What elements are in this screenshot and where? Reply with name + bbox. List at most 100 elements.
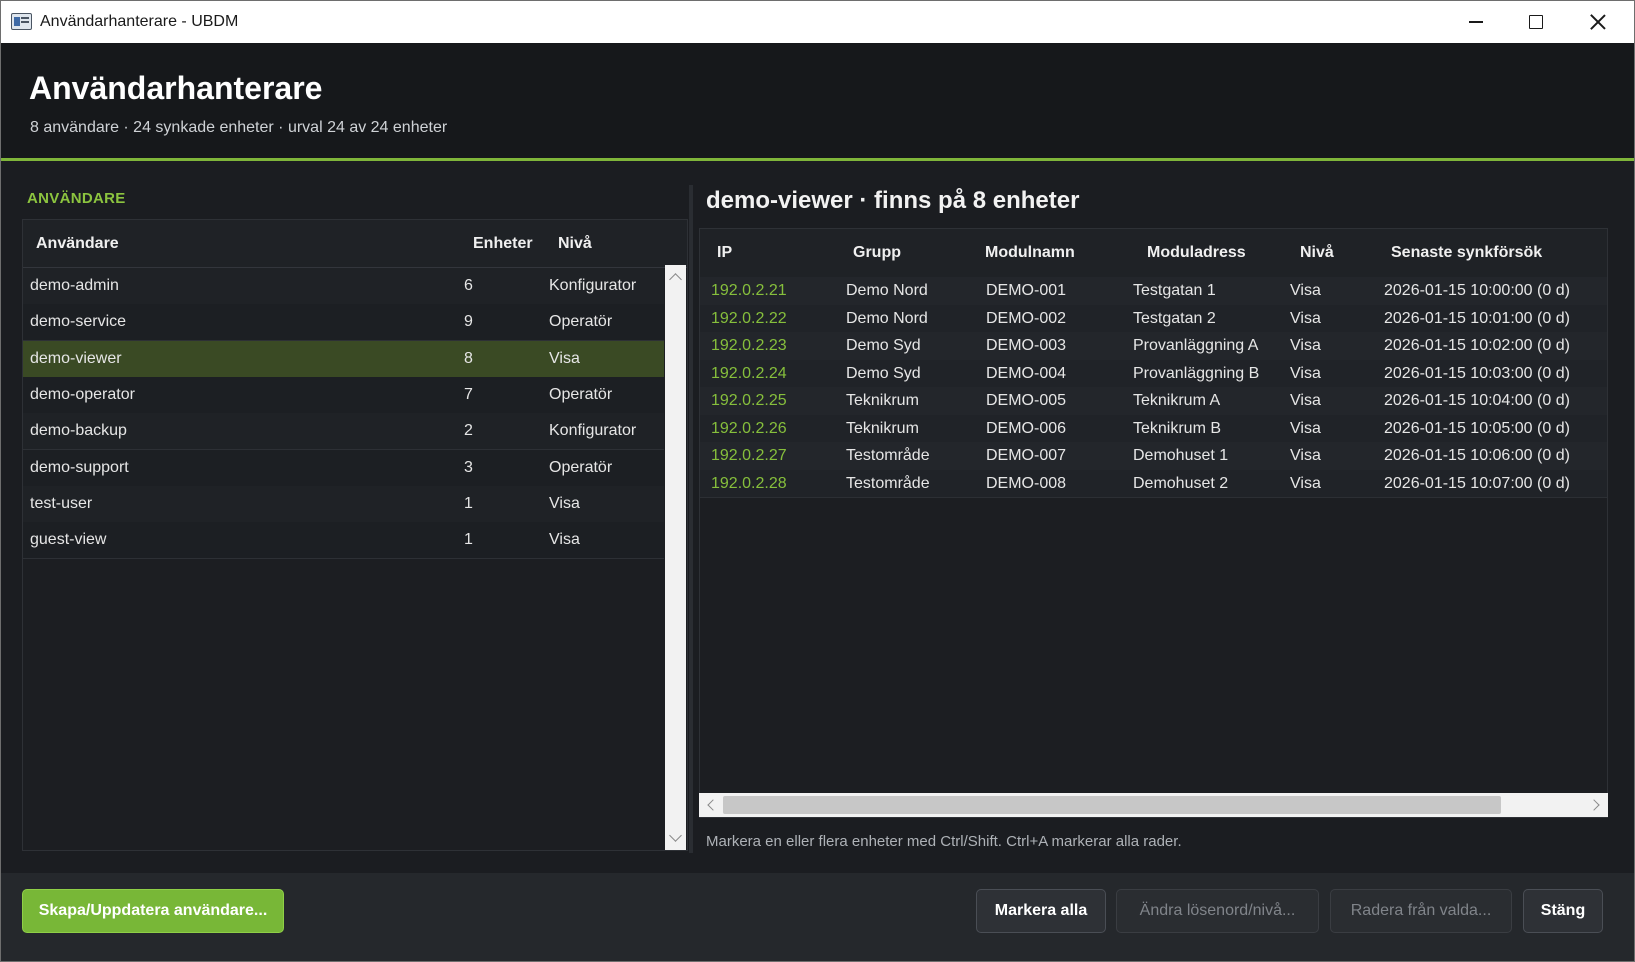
device-module-name-cell: DEMO-004 (986, 364, 1067, 382)
device-module-name-cell: DEMO-007 (986, 447, 1067, 464)
user-row[interactable]: demo-operator 7 Operatör (23, 376, 664, 414)
user-level-cell: Konfigurator (549, 422, 637, 440)
device-group-cell: Testområde (846, 447, 930, 464)
device-group-cell: Teknikrum (846, 419, 919, 437)
device-row[interactable]: 192.0.2.25 Teknikrum DEMO-005 Teknikrum A Vi… (700, 387, 1607, 416)
device-module-address-cell: Testgatan 2 (1133, 309, 1216, 327)
user-devices-cell: 8 (464, 349, 473, 367)
app-icon (11, 13, 32, 30)
users-table: Användare Enheter Nivå demo-admin 6 Konfig… (22, 219, 688, 851)
device-last-sync-cell: 2026-01-15 10:00:00 (0 d) (1384, 282, 1570, 299)
device-last-sync-cell: 2026-01-15 10:07:00 (0 d) (1384, 474, 1570, 492)
user-row[interactable]: guest-view 1 Visa (23, 522, 664, 560)
user-row[interactable]: demo-viewer 8 Visa (23, 340, 664, 378)
user-devices-cell: 1 (464, 494, 473, 512)
device-ip-cell: 192.0.2.23 (711, 337, 787, 354)
device-row[interactable]: 192.0.2.23 Demo Syd DEMO-003 Provanläggning… (700, 332, 1607, 361)
device-last-sync-cell: 2026-01-15 10:01:00 (0 d) (1384, 309, 1570, 327)
column-header-devices[interactable]: Enheter (473, 235, 533, 253)
user-level-cell: Operatör (549, 385, 613, 403)
maximize-button[interactable] (1506, 1, 1566, 43)
user-row[interactable]: demo-admin 6 Konfigurator (23, 268, 664, 305)
footer-bar: Skapa/Uppdatera användare... Markera all… (1, 873, 1634, 961)
scroll-down-icon[interactable] (669, 829, 682, 842)
device-group-cell: Demo Nord (846, 282, 928, 299)
user-name-cell: demo-operator (30, 385, 135, 403)
users-vertical-scrollbar[interactable] (665, 265, 686, 850)
column-header-group[interactable]: Grupp (853, 244, 901, 262)
page-subtitle: 8 användare · 24 synkade enheter · urval… (30, 119, 448, 136)
device-module-name-cell: DEMO-005 (986, 392, 1067, 409)
scroll-left-icon[interactable] (707, 799, 719, 811)
device-row[interactable]: 192.0.2.28 Testområde DEMO-008 Demohuset 2 V… (700, 469, 1607, 499)
user-name-cell: demo-backup (30, 422, 127, 440)
devices-horizontal-scrollbar[interactable] (699, 793, 1608, 817)
mark-all-button[interactable]: Markera alla (976, 889, 1106, 933)
user-name-cell: test-user (30, 494, 93, 512)
title-bar: Användarhanterare - UBDM (1, 1, 1634, 43)
device-last-sync-cell: 2026-01-15 10:04:00 (0 d) (1384, 392, 1570, 409)
device-level-cell: Visa (1290, 474, 1321, 492)
user-name-cell: guest-view (30, 531, 107, 549)
panel-splitter[interactable] (689, 185, 693, 853)
column-header-user[interactable]: Användare (36, 235, 119, 253)
maximize-icon (1529, 15, 1543, 29)
device-module-address-cell: Testgatan 1 (1133, 282, 1216, 299)
device-module-address-cell: Demohuset 1 (1133, 447, 1229, 464)
scrollbar-thumb[interactable] (723, 796, 1501, 814)
user-row[interactable]: demo-backup 2 Konfigurator (23, 413, 664, 451)
user-row[interactable]: demo-support 3 Operatör (23, 449, 664, 487)
scroll-right-icon[interactable] (1588, 799, 1600, 811)
user-name-cell: demo-admin (30, 277, 119, 294)
column-header-ip[interactable]: IP (717, 244, 732, 262)
delete-from-selected-button[interactable]: Radera från valda... (1330, 889, 1512, 933)
device-row[interactable]: 192.0.2.21 Demo Nord DEMO-001 Testgatan 1 Vi… (700, 277, 1607, 306)
device-module-address-cell: Provanläggning B (1133, 364, 1260, 382)
device-module-address-cell: Teknikrum B (1133, 419, 1222, 437)
detail-title: demo-viewer · finns på 8 enheter (706, 187, 1080, 214)
user-devices-cell: 2 (464, 422, 473, 440)
device-row[interactable]: 192.0.2.26 Teknikrum DEMO-006 Teknikrum B Vi… (700, 414, 1607, 444)
selection-hint: Markera en eller flera enheter med Ctrl/… (706, 833, 1182, 850)
change-password-level-button[interactable]: Ändra lösenord/nivå... (1116, 889, 1319, 933)
user-devices-cell: 1 (464, 531, 473, 549)
device-group-cell: Testområde (846, 474, 930, 492)
device-row[interactable]: 192.0.2.24 Demo Syd DEMO-004 Provanläggning… (700, 359, 1607, 389)
user-devices-cell: 3 (464, 458, 473, 476)
user-level-cell: Konfigurator (549, 277, 637, 294)
device-ip-cell: 192.0.2.24 (711, 364, 787, 382)
minimize-icon (1469, 21, 1483, 23)
column-header-module-address[interactable]: Moduladress (1147, 244, 1246, 262)
device-last-sync-cell: 2026-01-15 10:03:00 (0 d) (1384, 364, 1570, 382)
close-button[interactable]: Stäng (1523, 889, 1603, 933)
device-last-sync-cell: 2026-01-15 10:06:00 (0 d) (1384, 447, 1570, 464)
device-ip-cell: 192.0.2.27 (711, 447, 787, 464)
column-header-level[interactable]: Nivå (558, 235, 592, 253)
user-name-cell: demo-viewer (30, 349, 122, 367)
device-level-cell: Visa (1290, 419, 1321, 437)
column-header-last-sync[interactable]: Senaste synkförsök (1391, 244, 1542, 262)
user-row[interactable]: demo-service 9 Operatör (23, 304, 664, 342)
device-module-address-cell: Demohuset 2 (1133, 474, 1229, 492)
user-name-cell: demo-support (30, 458, 129, 476)
close-window-button[interactable] (1568, 1, 1628, 43)
device-row[interactable]: 192.0.2.22 Demo Nord DEMO-002 Testgatan 2 Vi… (700, 304, 1607, 334)
users-section-label: ANVÄNDARE (27, 190, 126, 207)
device-level-cell: Visa (1290, 282, 1321, 299)
device-group-cell: Demo Syd (846, 364, 921, 382)
minimize-button[interactable] (1446, 1, 1506, 43)
scroll-up-icon[interactable] (669, 273, 682, 286)
create-update-user-button[interactable]: Skapa/Uppdatera användare... (22, 889, 284, 933)
user-level-cell: Visa (549, 349, 580, 367)
device-group-cell: Teknikrum (846, 392, 919, 409)
user-row[interactable]: test-user 1 Visa (23, 485, 664, 523)
device-level-cell: Visa (1290, 337, 1321, 354)
app-window: Användarhanterare - UBDM Användarhantera… (0, 0, 1635, 962)
device-row[interactable]: 192.0.2.27 Testområde DEMO-007 Demohuset 1 V… (700, 442, 1607, 471)
column-header-level[interactable]: Nivå (1300, 244, 1334, 262)
device-level-cell: Visa (1290, 392, 1321, 409)
column-header-module-name[interactable]: Modulnamn (985, 244, 1075, 262)
device-module-name-cell: DEMO-003 (986, 337, 1067, 354)
window-title: Användarhanterare - UBDM (40, 13, 239, 30)
device-last-sync-cell: 2026-01-15 10:02:00 (0 d) (1384, 337, 1570, 354)
